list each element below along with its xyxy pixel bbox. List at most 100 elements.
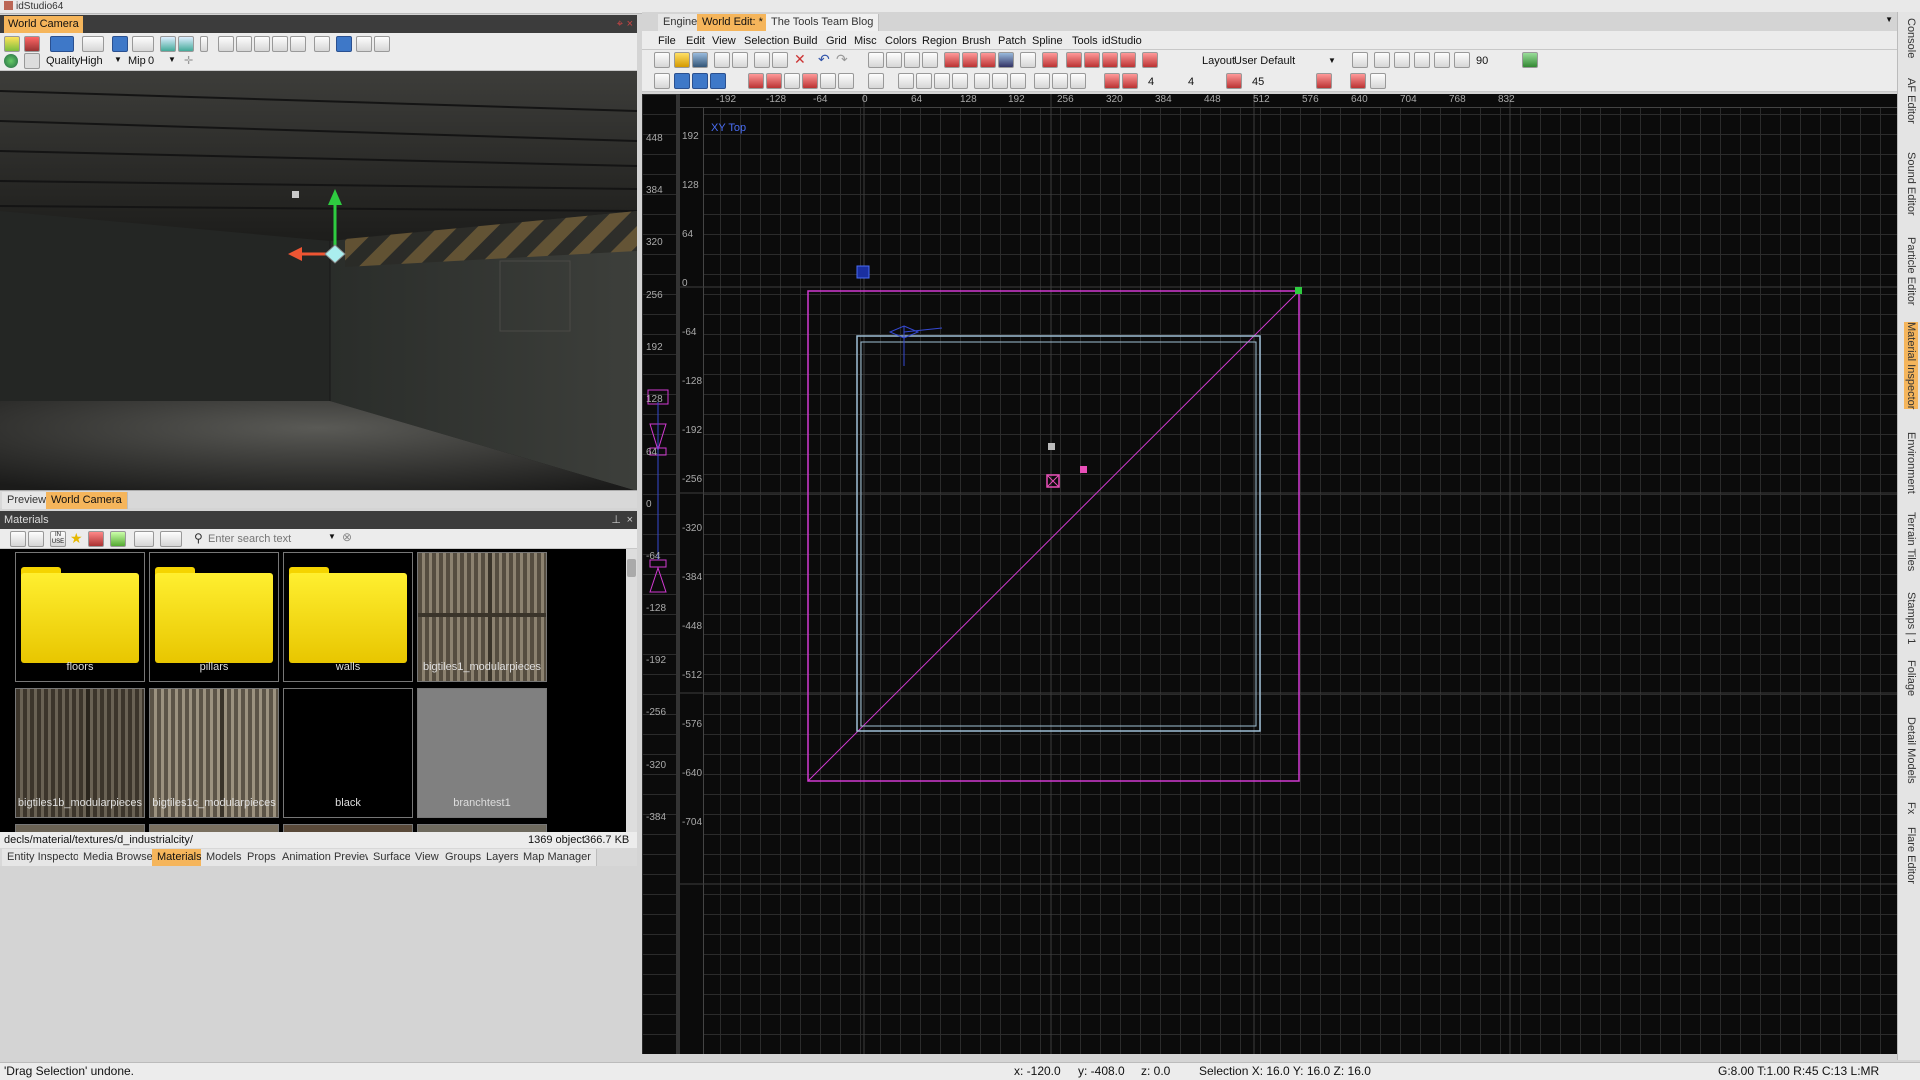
menu-file[interactable]: File [658, 31, 676, 51]
rotate-step-value[interactable]: 45 [1252, 76, 1264, 88]
menu-colors[interactable]: Colors [885, 31, 917, 51]
csg-icon[interactable] [962, 52, 978, 68]
home-icon[interactable] [10, 531, 26, 547]
cross-icon[interactable] [820, 73, 836, 89]
delete-icon[interactable]: ✕ [794, 51, 806, 68]
tab-world-edit[interactable]: World Edit: * [697, 14, 769, 31]
tab-models[interactable]: Models [201, 849, 248, 866]
entity-icon[interactable] [1084, 52, 1100, 68]
side-tab-flare-editor[interactable]: Flare Editor [1904, 827, 1918, 884]
refresh-icon[interactable] [1522, 52, 1538, 68]
mip-select[interactable]: 0 [148, 55, 154, 67]
menu-build[interactable]: Build [793, 31, 817, 51]
align-icon[interactable] [934, 73, 950, 89]
select-mode-icon[interactable] [336, 36, 352, 52]
side-tab-environment[interactable]: Environment [1904, 432, 1918, 494]
up-folder-icon[interactable] [110, 531, 126, 547]
brush-tool-icon[interactable] [904, 52, 920, 68]
tab-materials[interactable]: Materials [152, 849, 208, 866]
side-tab-af-editor[interactable]: AF Editor [1904, 78, 1918, 124]
crosshair-icon[interactable]: ✛ [184, 54, 193, 67]
open-icon[interactable] [674, 52, 690, 68]
angle-value[interactable]: 90 [1476, 55, 1488, 67]
menu-edit[interactable]: Edit [686, 31, 705, 51]
snap-icon[interactable] [356, 36, 372, 52]
grid-icon[interactable] [1122, 73, 1138, 89]
menu-view[interactable]: View [712, 31, 736, 51]
texture-lock-icon[interactable] [766, 73, 782, 89]
globe-icon[interactable] [4, 54, 18, 68]
texture-thumb[interactable] [15, 824, 145, 832]
tag-icon[interactable] [88, 531, 104, 547]
star-icon[interactable]: ★ [70, 530, 83, 547]
tab-tools-team-blog[interactable]: The Tools Team Blog [766, 14, 880, 31]
menu-grid[interactable]: Grid [826, 31, 847, 51]
camera-viewport[interactable] [0, 71, 637, 490]
materials-scrollbar[interactable] [626, 549, 637, 832]
side-tab-material-inspector[interactable]: Material Inspector [1904, 322, 1918, 410]
side-tab-terrain-tiles[interactable]: Terrain Tiles [1904, 512, 1918, 571]
texture-lock-icon[interactable] [748, 73, 764, 89]
paint-icon[interactable] [1142, 52, 1158, 68]
side-tab-stamps[interactable]: Stamps | 1 [1904, 592, 1918, 644]
texture-thumb[interactable] [149, 824, 279, 832]
tab-world-camera[interactable]: World Camera [46, 492, 128, 509]
target-icon[interactable] [1042, 52, 1058, 68]
arrow-tool-icon[interactable] [998, 52, 1014, 68]
tab-media-browser[interactable]: Media Browser [78, 849, 163, 866]
menu-selection[interactable]: Selection [744, 31, 789, 51]
filter-icon[interactable] [272, 36, 288, 52]
tab-props[interactable]: Props [242, 849, 282, 866]
cross-icon[interactable] [838, 73, 854, 89]
side-tab-console[interactable]: Console [1904, 18, 1918, 58]
chevron-down-icon[interactable]: ▼ [168, 55, 176, 64]
snap-icon[interactable] [784, 73, 800, 89]
grid-size-a[interactable]: 4 [1148, 76, 1154, 88]
side-tab-sound-editor[interactable]: Sound Editor [1904, 152, 1918, 216]
axis-x-icon[interactable] [1352, 52, 1368, 68]
align-icon[interactable] [916, 73, 932, 89]
side-tab-particle-editor[interactable]: Particle Editor [1904, 237, 1918, 305]
record-icon[interactable] [218, 36, 234, 52]
pin-icon[interactable]: ⌖ [617, 15, 623, 33]
side-tab-detail-models[interactable]: Detail Models [1904, 717, 1918, 784]
entity-icon[interactable] [1102, 52, 1118, 68]
side-tab-fx[interactable]: Fx [1904, 802, 1918, 814]
sync-icon[interactable] [178, 36, 194, 52]
axis-y-icon[interactable] [1394, 52, 1410, 68]
side-tab-foliage[interactable]: Foliage [1904, 660, 1918, 696]
render-mode-button[interactable] [50, 36, 74, 52]
redo-icon[interactable]: ↷ [836, 51, 848, 68]
clear-search-icon[interactable]: ⊗ [342, 530, 352, 544]
view-size-icon[interactable] [160, 531, 182, 547]
flip-icon[interactable] [1070, 73, 1086, 89]
scrollbar-thumb[interactable] [627, 559, 636, 577]
clip-icon[interactable] [802, 73, 818, 89]
entity-icon[interactable] [1120, 52, 1136, 68]
align-icon[interactable] [898, 73, 914, 89]
axis-z-icon[interactable] [1434, 52, 1450, 68]
chevron-down-icon[interactable]: ▼ [328, 532, 336, 541]
chevron-down-icon[interactable]: ▼ [1885, 15, 1893, 24]
misc-icon[interactable] [1350, 73, 1366, 89]
entity-icon[interactable] [1066, 52, 1082, 68]
cut-icon[interactable] [772, 52, 788, 68]
lighting-icon[interactable] [4, 36, 20, 52]
paste-icon[interactable] [732, 52, 748, 68]
misc-icon[interactable] [1370, 73, 1386, 89]
view-grid-icon[interactable] [134, 531, 154, 547]
axis-xz-icon[interactable] [1454, 52, 1470, 68]
texture-thumb[interactable] [417, 824, 547, 832]
tools-button[interactable] [132, 36, 154, 52]
tab-animation-preview[interactable]: Animation Preview [277, 849, 380, 866]
menu-spline[interactable]: Spline [1032, 31, 1063, 51]
chevron-down-icon[interactable]: ▼ [1328, 56, 1336, 65]
tab-map-manager[interactable]: Map Manager [518, 849, 597, 866]
in-use-icon[interactable]: IN USE [50, 531, 66, 547]
xyz-icon[interactable] [1020, 52, 1036, 68]
grid-size-b[interactable]: 4 [1188, 76, 1194, 88]
menu-tools[interactable]: Tools [1072, 31, 1098, 51]
menu-misc[interactable]: Misc [854, 31, 877, 51]
menu-brush[interactable]: Brush [962, 31, 991, 51]
zoom-icon[interactable] [1010, 73, 1026, 89]
